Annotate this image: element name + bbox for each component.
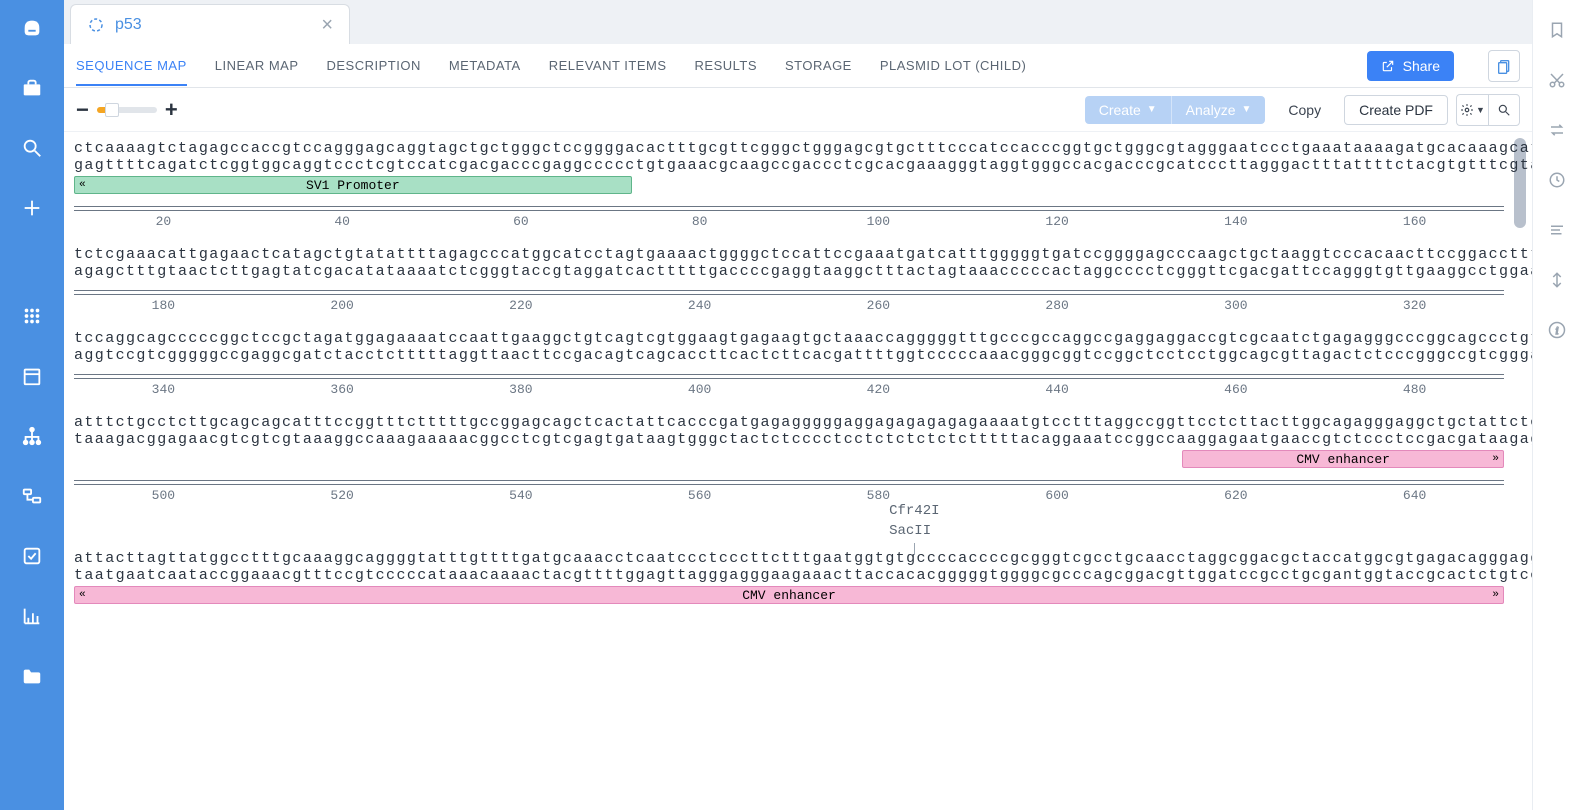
sequence-row[interactable]: Cfr42ISacIIattacttagttatggcctttgcaaaggca… (74, 550, 1504, 606)
external-link-icon (1381, 59, 1395, 73)
cut-site-labels: Cfr42ISacII (889, 502, 939, 555)
right-tool-rail: i (1532, 0, 1580, 810)
reverse-strand[interactable]: taaagacggagaacgtcgtcgtaaaggccaaagaaaaacg… (74, 431, 1504, 448)
history-icon[interactable] (1547, 170, 1567, 190)
zoom-out-button[interactable]: − (76, 97, 89, 123)
close-tab-icon[interactable]: × (321, 15, 333, 35)
forward-strand[interactable]: tccaggcagcccccggctccgctagatggagaaaatccaa… (74, 330, 1504, 347)
hierarchy-icon[interactable] (16, 420, 48, 452)
workflow-icon[interactable] (16, 480, 48, 512)
find-button[interactable] (1488, 94, 1520, 126)
sequence-row[interactable]: ctcaaaagtctagagccaccgtccagggagcaggtagctg… (74, 140, 1504, 226)
analyze-button[interactable]: Analyze▼ (1172, 96, 1266, 124)
zoom-in-button[interactable]: + (165, 97, 178, 123)
ruler: 340360380400420440460480 (74, 370, 1504, 394)
calendar-icon[interactable] (16, 360, 48, 392)
ruler: 180200220240260280300320 (74, 286, 1504, 310)
tab-title: p53 (115, 16, 142, 34)
sequence-feature[interactable]: CMV enhancer (1182, 450, 1504, 468)
sequence-feature[interactable]: SV1 Promoter (74, 176, 632, 194)
subtab-relevant-items[interactable]: RELEVANT ITEMS (549, 45, 667, 86)
forward-strand[interactable]: attacttagttatggcctttgcaaaggcaggggtatttgt… (74, 550, 1504, 567)
subtab-plasmid-lot[interactable]: PLASMID LOT (CHILD) (880, 45, 1027, 86)
chart-icon[interactable] (16, 600, 48, 632)
search-icon[interactable] (16, 132, 48, 164)
forward-strand[interactable]: atttctgcctcttgcagcagcatttccggtttctttttgc… (74, 414, 1504, 431)
apps-grid-icon[interactable] (16, 300, 48, 332)
sequence-canvas[interactable]: ctcaaaagtctagagccaccgtccagggagcaggtagctg… (64, 132, 1532, 810)
add-icon[interactable] (16, 192, 48, 224)
ruler: 20406080100120140160 (74, 202, 1504, 226)
forward-strand[interactable]: tctcgaaacattgagaactcatagctgtatattttagagc… (74, 246, 1504, 263)
sequence-row[interactable]: tccaggcagcccccggctccgctagatggagaaaatccaa… (74, 330, 1504, 394)
share-button[interactable]: Share (1367, 51, 1454, 81)
tab-bar: p53 × (64, 0, 1532, 44)
zoom-slider[interactable] (97, 107, 157, 113)
subtab-sequence-map[interactable]: SEQUENCE MAP (76, 45, 187, 86)
swap-icon[interactable] (1547, 120, 1567, 140)
subtab-linear-map[interactable]: LINEAR MAP (215, 45, 299, 86)
cut-icon[interactable] (1547, 70, 1567, 90)
magnifier-icon (1497, 103, 1511, 117)
reverse-strand[interactable]: taatgaatcaataccggaaacgtttccgtcccccataaac… (74, 567, 1504, 584)
list-icon[interactable] (1547, 220, 1567, 240)
logo-icon[interactable] (16, 12, 48, 44)
reverse-strand[interactable]: gagttttcagatctcggtggcaggtccctcgtccatcgac… (74, 157, 1504, 174)
settings-button[interactable]: ▼ (1456, 94, 1488, 126)
sequence-toolbar: − + Create▼ Analyze▼ Copy Create PDF ▼ (64, 88, 1532, 132)
folder-icon[interactable] (16, 660, 48, 692)
reverse-strand[interactable]: agagctttgtaactcttgagtatcgacatataaaatctcg… (74, 263, 1504, 280)
clipboard-icon (1496, 58, 1512, 74)
copy-button[interactable]: Copy (1273, 95, 1336, 125)
briefcase-icon[interactable] (16, 72, 48, 104)
sequence-row[interactable]: tctcgaaacattgagaactcatagctgtatattttagagc… (74, 246, 1504, 310)
sequence-feature[interactable]: CMV enhancer (74, 586, 1504, 604)
align-icon[interactable] (1547, 270, 1567, 290)
subtab-storage[interactable]: STORAGE (785, 45, 852, 86)
subtab-metadata[interactable]: METADATA (449, 45, 521, 86)
plasmid-icon (87, 16, 105, 34)
left-nav-rail (0, 0, 64, 810)
sequence-row[interactable]: atttctgcctcttgcagcagcatttccggtttctttttgc… (74, 414, 1504, 500)
reverse-strand[interactable]: aggtccgtcgggggccgaggcgatctacctctttttaggt… (74, 347, 1504, 364)
create-button[interactable]: Create▼ (1085, 96, 1172, 124)
ruler: 500520540560580600620640 (74, 476, 1504, 500)
create-pdf-button[interactable]: Create PDF (1344, 95, 1448, 125)
zoom-controls: − + (76, 97, 178, 123)
forward-strand[interactable]: ctcaaaagtctagagccaccgtccagggagcaggtagctg… (74, 140, 1504, 157)
checkbox-icon[interactable] (16, 540, 48, 572)
sub-nav: SEQUENCE MAP LINEAR MAP DESCRIPTION META… (64, 44, 1532, 88)
clipboard-button[interactable] (1488, 50, 1520, 82)
bookmark-icon[interactable] (1547, 20, 1567, 40)
subtab-results[interactable]: RESULTS (695, 45, 758, 86)
document-tab[interactable]: p53 × (70, 4, 350, 44)
info-icon[interactable]: i (1547, 320, 1567, 340)
svg-text:i: i (1555, 326, 1558, 337)
subtab-description[interactable]: DESCRIPTION (327, 45, 421, 86)
gear-icon (1460, 103, 1474, 117)
